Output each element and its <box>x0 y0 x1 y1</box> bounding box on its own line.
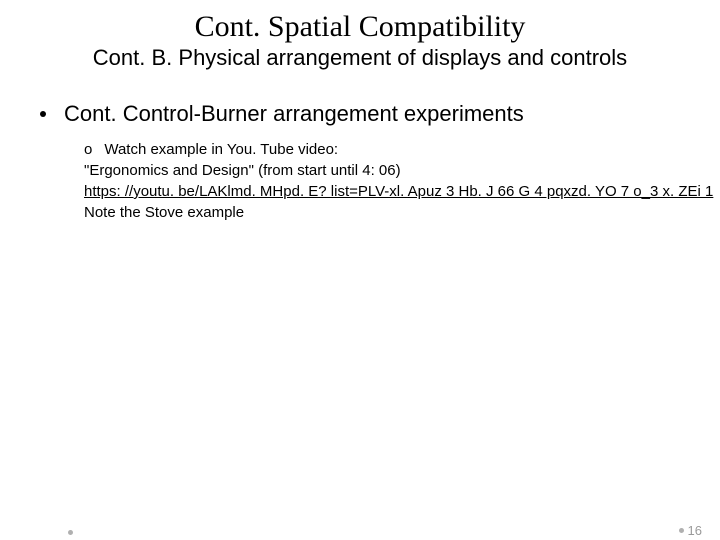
bullet-dot-icon <box>40 111 46 117</box>
slide: Cont. Spatial Compatibility Cont. B. Phy… <box>0 10 720 540</box>
slide-title: Cont. Spatial Compatibility <box>0 10 720 43</box>
footer-left-dot-icon <box>68 530 73 535</box>
sub-line-1: Watch example in You. Tube video: <box>104 139 338 160</box>
bullet-text-1: Cont. Control-Burner arrangement experim… <box>64 101 524 127</box>
slide-subtitle: Cont. B. Physical arrangement of display… <box>0 45 720 71</box>
footer-dot-icon <box>679 528 684 533</box>
sub-content: o Watch example in You. Tube video: "Erg… <box>0 139 720 223</box>
sub-line-2: "Ergonomics and Design" (from start unti… <box>84 160 720 181</box>
sub-bullet-row: o Watch example in You. Tube video: <box>84 139 720 160</box>
link-text: https: //youtu. be/LAKlmd. MHpd. E? list… <box>84 183 713 200</box>
sub-line-4: Note the Stove example <box>84 202 720 223</box>
page-number: 16 <box>688 523 702 538</box>
page-footer: 16 <box>679 523 702 538</box>
bullet-item-1: Cont. Control-Burner arrangement experim… <box>0 101 720 127</box>
content-area: Cont. Control-Burner arrangement experim… <box>0 101 720 223</box>
sub-bullet-marker: o <box>84 139 92 160</box>
video-link[interactable]: https: //youtu. be/LAKlmd. MHpd. E? list… <box>84 181 720 202</box>
